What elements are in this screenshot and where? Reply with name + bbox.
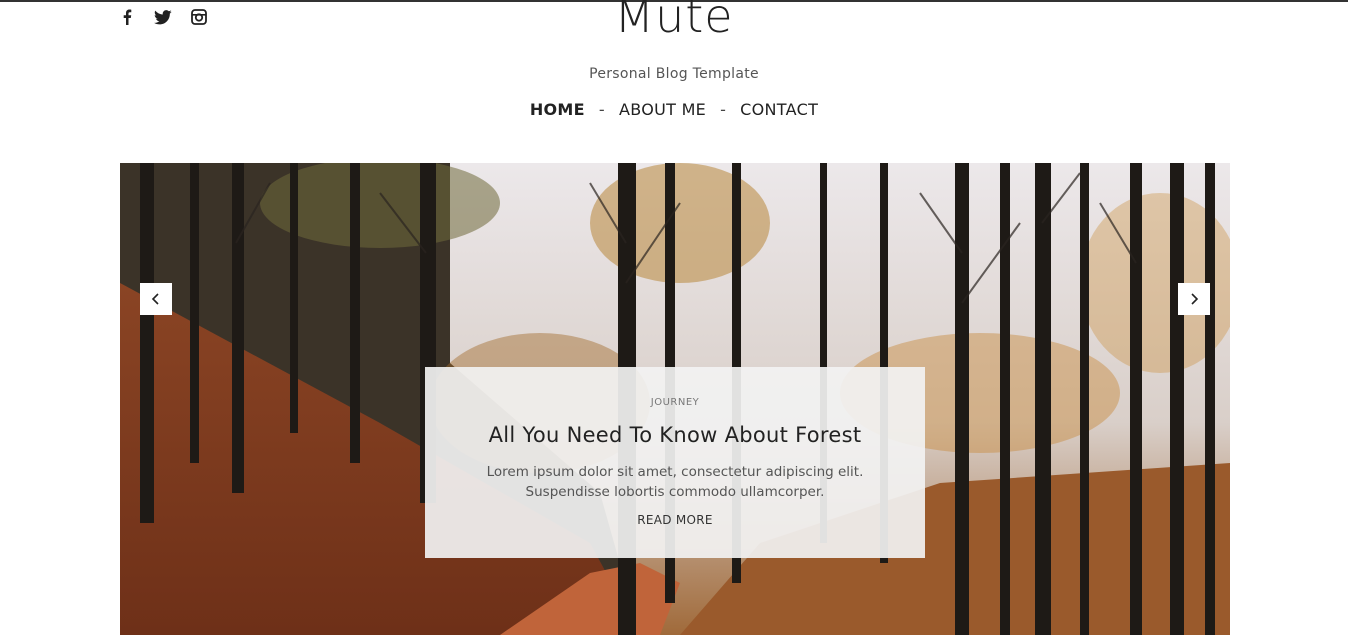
- chevron-left-icon: [151, 293, 159, 305]
- nav-item-about-me[interactable]: ABOUT ME: [619, 100, 706, 119]
- nav-item-contact[interactable]: CONTACT: [740, 100, 818, 119]
- site-title[interactable]: Mute: [0, 0, 1348, 46]
- read-more-link[interactable]: READ MORE: [425, 513, 925, 527]
- nav-separator: -: [598, 100, 605, 119]
- post-excerpt: Lorem ipsum dolor sit amet, consectetur …: [486, 464, 864, 500]
- post-category[interactable]: JOURNEY: [425, 397, 925, 408]
- main-nav: HOME - ABOUT ME - CONTACT: [0, 100, 1348, 119]
- chevron-right-icon: [1191, 293, 1199, 305]
- slider-next-button[interactable]: [1178, 283, 1210, 315]
- site-brand: Mute: [0, 0, 1348, 46]
- site-tagline: Personal Blog Template: [589, 66, 759, 82]
- slide-caption-card: JOURNEY All You Need To Know About Fores…: [425, 367, 925, 558]
- post-title[interactable]: All You Need To Know About Forest: [425, 423, 925, 447]
- slider-prev-button[interactable]: [140, 283, 172, 315]
- nav-separator: -: [720, 100, 727, 119]
- nav-item-home[interactable]: HOME: [530, 100, 585, 119]
